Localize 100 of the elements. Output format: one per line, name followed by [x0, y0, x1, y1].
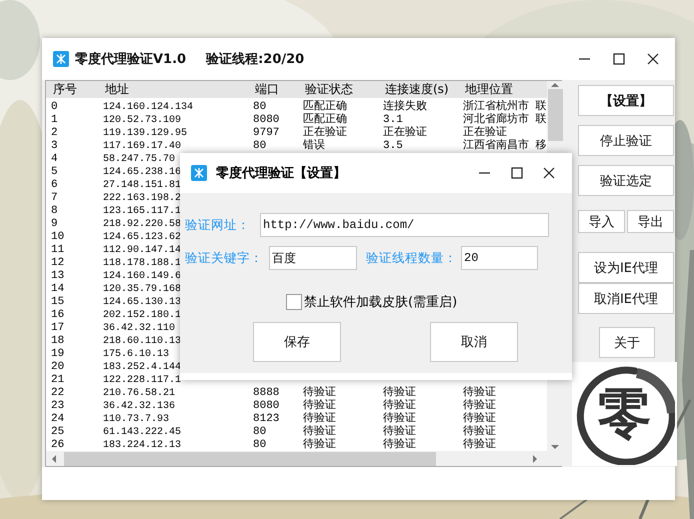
- table-cell: 36.42.32.110: [103, 323, 176, 334]
- table-cell: 7: [51, 192, 58, 204]
- table-cell: 12: [51, 257, 64, 269]
- table-cell: 119.139.129.95: [103, 128, 188, 139]
- column-header[interactable]: 连接速度(s): [378, 81, 458, 98]
- column-header[interactable]: 验证状态: [298, 81, 378, 98]
- table-cell: 8080: [253, 114, 280, 126]
- table-cell: 124.160.149.6: [103, 271, 182, 282]
- table-cell: 19: [51, 348, 64, 360]
- sidebar-button[interactable]: 停止验证: [578, 125, 674, 156]
- table-cell: 待验证: [463, 387, 496, 399]
- table-cell: 待验证: [303, 426, 336, 438]
- sidebar-button[interactable]: 验证选定: [578, 165, 674, 196]
- maximize-icon[interactable]: [613, 53, 625, 65]
- table-cell: 120.52.73.109: [103, 115, 182, 126]
- table-cell: 80: [253, 101, 266, 113]
- table-cell: 123.165.117.1: [103, 206, 182, 217]
- table-cell: 待验证: [463, 400, 496, 412]
- table-cell: 11: [51, 244, 64, 256]
- table-cell: 222.163.198.2: [103, 193, 182, 204]
- table-cell: 17: [51, 322, 64, 334]
- field-label: 验证网址：: [185, 216, 250, 234]
- table-cell: 16: [51, 309, 64, 321]
- table-cell: 117.169.17.40: [103, 141, 182, 152]
- table-cell: 175.6.10.13: [103, 349, 170, 360]
- table-cell: 61.143.222.45: [103, 427, 182, 438]
- field-label: 验证关键字：: [185, 250, 263, 266]
- table-cell: 112.90.147.14: [103, 245, 182, 256]
- table-cell: 124.160.124.134: [103, 102, 194, 113]
- sidebar-button[interactable]: 【设置】: [578, 85, 674, 116]
- table-cell: 218.60.110.13: [103, 336, 182, 347]
- table-cell: 120.35.79.168: [103, 284, 182, 295]
- input-field[interactable]: 百度: [269, 246, 357, 270]
- table-cell: 21: [51, 374, 64, 386]
- sidebar-button[interactable]: 导出: [627, 210, 674, 233]
- table-cell: 218.92.220.58: [103, 219, 182, 230]
- checkbox[interactable]: [286, 294, 302, 310]
- table-cell: 浙江省杭州市 联: [463, 101, 547, 113]
- sidebar-button[interactable]: 取消IE代理: [578, 283, 674, 314]
- column-header[interactable]: 端口: [248, 81, 298, 98]
- scroll-left-icon[interactable]: [50, 454, 58, 464]
- table-cell: 待验证: [463, 426, 496, 438]
- table-cell: 18: [51, 335, 64, 347]
- sidebar-button[interactable]: 设为IE代理: [578, 252, 674, 283]
- table-cell: 24: [51, 413, 64, 425]
- table-cell: 110.73.7.93: [103, 414, 170, 425]
- table-cell: 210.76.58.21: [103, 388, 176, 399]
- scrollbar-thumb[interactable]: [548, 89, 562, 141]
- table-cell: 待验证: [383, 426, 416, 438]
- table-cell: 8: [51, 205, 58, 217]
- table-cell: 80: [253, 439, 266, 451]
- input-field[interactable]: 20: [461, 246, 538, 270]
- scroll-right-icon[interactable]: [531, 454, 539, 464]
- table-cell: 15: [51, 296, 64, 308]
- column-header[interactable]: 地址: [98, 81, 248, 98]
- table-cell: 江西省南昌市 移: [463, 140, 547, 152]
- table-cell: 8080: [253, 400, 280, 412]
- table-cell: 待验证: [383, 413, 416, 425]
- about-button[interactable]: 关于: [599, 327, 655, 358]
- table-cell: 36.42.32.136: [103, 401, 176, 412]
- dialog-button[interactable]: 保存: [253, 322, 341, 362]
- table-cell: 待验证: [463, 413, 496, 425]
- close-icon[interactable]: [543, 167, 555, 179]
- column-header[interactable]: 序号: [46, 81, 98, 98]
- window-title: 零度代理验证V1.0: [75, 50, 186, 68]
- table-cell: 正在验证: [463, 127, 507, 139]
- table-cell: 待验证: [303, 413, 336, 425]
- table-cell: 183.252.4.144: [103, 362, 182, 373]
- input-field[interactable]: http://www.baidu.com/: [260, 213, 549, 237]
- table-cell: 14: [51, 283, 64, 295]
- app-icon: [191, 165, 207, 181]
- table-cell: 26: [51, 439, 64, 451]
- table-cell: 122.228.117.1: [103, 375, 182, 386]
- table-cell: 23: [51, 400, 64, 412]
- table-cell: 5: [51, 166, 58, 178]
- table-cell: 202.152.180.1: [103, 310, 182, 321]
- table-cell: 25: [51, 426, 64, 438]
- table-cell: 待验证: [463, 439, 496, 451]
- sidebar-button[interactable]: 导入: [578, 210, 625, 233]
- table-cell: 待验证: [383, 387, 416, 399]
- table-cell: 待验证: [303, 439, 336, 451]
- app-icon: [53, 51, 69, 67]
- table-cell: 80: [253, 140, 266, 152]
- dialog-button[interactable]: 取消: [430, 322, 518, 362]
- table-cell: 22: [51, 387, 64, 399]
- table-cell: 6: [51, 179, 58, 191]
- checkbox-label: 禁止软件加载皮肤(需重启): [304, 294, 458, 311]
- table-cell: 3.1: [383, 114, 403, 126]
- scrollbar-thumb[interactable]: [64, 452, 436, 466]
- table-cell: 3.5: [383, 140, 403, 152]
- table-cell: 正在验证: [383, 127, 427, 139]
- maximize-icon[interactable]: [511, 167, 523, 179]
- table-cell: 待验证: [303, 400, 336, 412]
- close-icon[interactable]: [647, 53, 659, 65]
- table-cell: 河北省廊坊市 联: [463, 114, 547, 126]
- table-cell: 20: [51, 361, 64, 373]
- table-cell: 待验证: [383, 439, 416, 451]
- table-cell: 待验证: [383, 400, 416, 412]
- column-header[interactable]: 地理位置: [458, 81, 547, 98]
- table-cell: 118.178.188.1: [103, 258, 182, 269]
